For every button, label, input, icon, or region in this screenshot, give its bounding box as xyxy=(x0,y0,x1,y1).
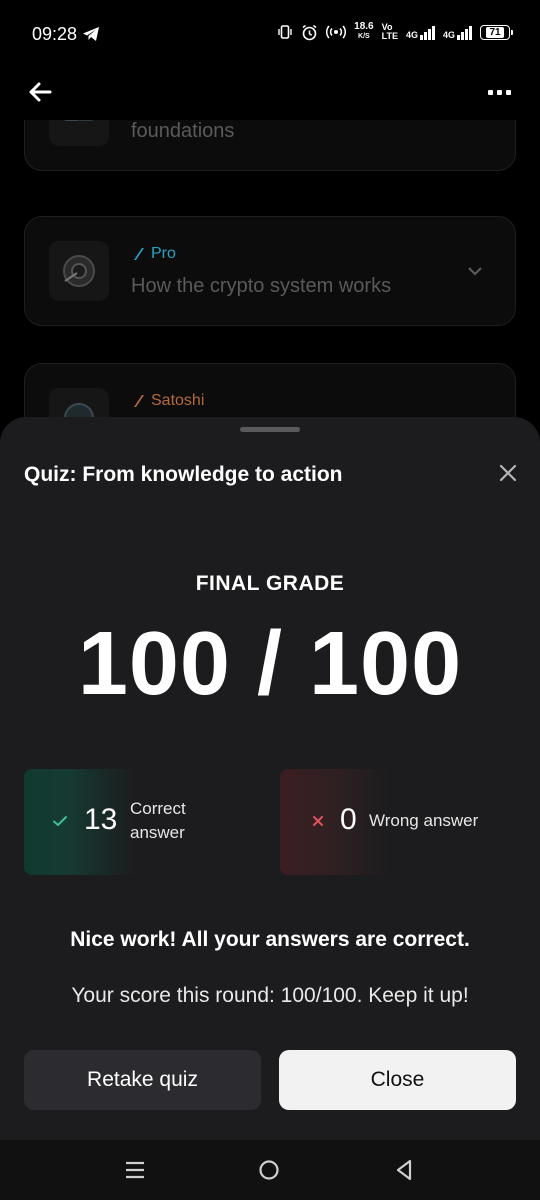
sim2-label: 4G xyxy=(442,30,455,40)
app-header xyxy=(0,70,540,120)
correct-label: Correct answer xyxy=(130,799,186,842)
lesson-title: foundations xyxy=(131,120,235,142)
correct-glow xyxy=(24,769,134,875)
drag-handle[interactable] xyxy=(240,427,300,432)
wrong-label: Wrong answer xyxy=(369,811,479,830)
vibrate-icon xyxy=(278,25,292,39)
sim1-label: 4G xyxy=(405,30,418,40)
lesson-list: foundations Pro How the crypto system wo… xyxy=(0,70,540,430)
more-dot xyxy=(488,89,493,95)
more-options-button[interactable] xyxy=(488,82,514,102)
system-nav-bar xyxy=(0,1140,540,1200)
retake-quiz-button[interactable]: Retake quiz xyxy=(24,1050,261,1110)
back-arrow-icon[interactable] xyxy=(24,76,56,108)
lesson-title: How the crypto system works xyxy=(131,275,392,297)
lesson-tag-label: Pro xyxy=(151,245,176,262)
alarm-icon xyxy=(302,24,317,40)
close-icon[interactable] xyxy=(498,463,518,483)
hotspot-icon xyxy=(326,25,347,39)
correct-count: 13 xyxy=(84,803,118,836)
correct-answers-stat: 13 Correct answer xyxy=(24,769,244,875)
coin-icon xyxy=(63,255,95,287)
status-icons: 18.6 K/S Vo LTE 4G 4G 71 xyxy=(277,22,513,42)
home-icon[interactable] xyxy=(258,1159,280,1181)
check-icon xyxy=(53,816,67,826)
volte-bottom: LTE xyxy=(381,31,398,41)
lesson-tag: Pro xyxy=(131,245,176,263)
wrong-answers-stat: 0 Wrong answer xyxy=(280,769,516,875)
back-triangle-icon[interactable] xyxy=(394,1158,414,1182)
lesson-thumbnail xyxy=(49,241,109,301)
battery-icon: 71 xyxy=(480,24,513,40)
final-grade-label: FINAL GRADE xyxy=(195,572,345,595)
battery-level: 71 xyxy=(486,26,504,38)
tag-slash-icon xyxy=(134,248,144,260)
tag-slash-icon xyxy=(134,395,144,407)
more-dot xyxy=(497,89,502,95)
telegram-icon xyxy=(83,27,99,41)
status-time: 09:28 xyxy=(32,24,78,44)
recent-apps-icon[interactable] xyxy=(124,1160,146,1180)
wrong-count: 0 xyxy=(340,803,357,836)
quiz-result-sheet: Quiz: From knowledge to action FINAL GRA… xyxy=(0,417,540,1140)
more-dot xyxy=(506,89,511,95)
status-bar: 09:28 18.6 K/S Vo LTE 4G 4G 71 xyxy=(0,0,540,70)
lesson-tag: Satoshi xyxy=(131,392,204,410)
lesson-card-crypto-system[interactable]: Pro How the crypto system works xyxy=(24,216,516,326)
close-button[interactable]: Close xyxy=(279,1050,516,1110)
final-grade-value: 100 / 100 xyxy=(77,614,463,714)
signal-sim2-icon: 4G xyxy=(443,24,472,40)
net-speed-unit: K/S xyxy=(358,33,370,40)
net-speed-value: 18.6 xyxy=(354,21,374,32)
sheet-title: Quiz: From knowledge to action xyxy=(24,463,343,486)
score-message: Your score this round: 100/100. Keep it … xyxy=(71,984,469,1007)
lesson-tag-label: Satoshi xyxy=(151,392,205,409)
signal-sim1-icon: 4G xyxy=(406,24,435,40)
chevron-down-icon[interactable] xyxy=(465,261,485,281)
volte-indicator: Vo LTE xyxy=(382,23,398,41)
cross-icon xyxy=(313,816,323,826)
network-speed: 18.6 K/S xyxy=(354,22,373,42)
result-message: Nice work! All your answers are correct. xyxy=(70,928,470,951)
